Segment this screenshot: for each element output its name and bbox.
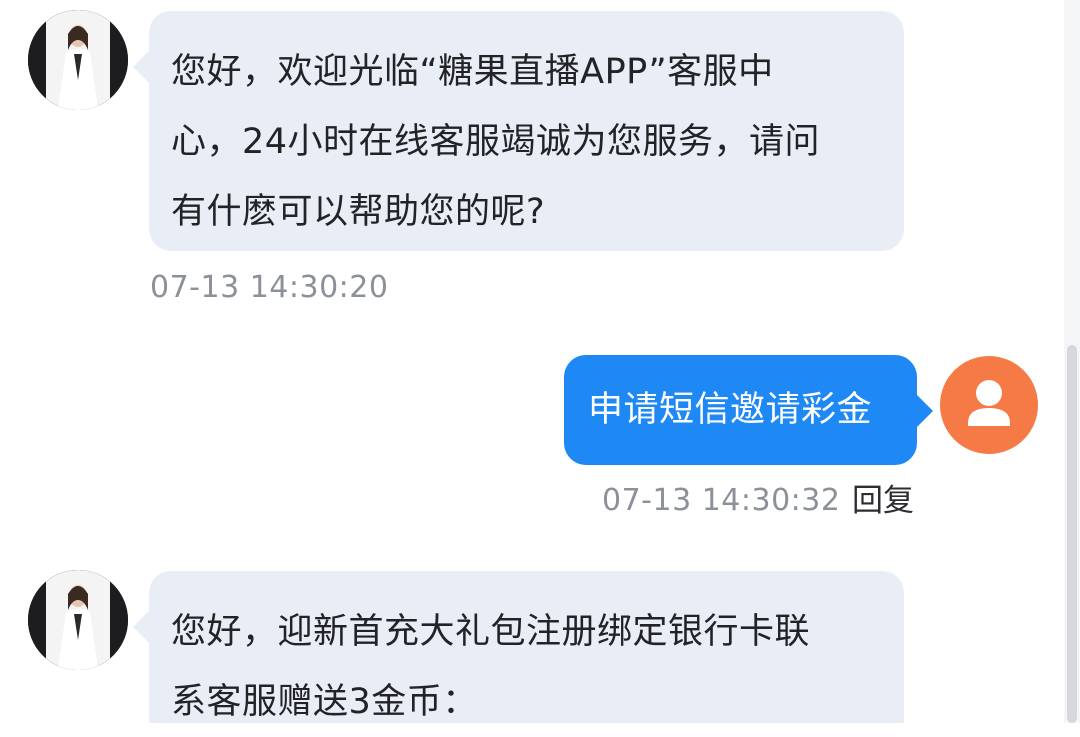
incoming-message-bubble[interactable]: 您好，欢迎光临“糖果直播APP”客服中 心，24小时在线客服竭诚为您服务，请问 …	[133, 11, 904, 251]
chat-message-list[interactable]: 您好，欢迎光临“糖果直播APP”客服中 心，24小时在线客服竭诚为您服务，请问 …	[0, 0, 1064, 723]
outgoing-message-bubble[interactable]: 申请短信邀请彩金	[564, 355, 933, 465]
message-timestamp: 07-13 14:30:32	[602, 483, 841, 518]
incoming-message-bubble[interactable]: 您好，迎新首充大礼包注册绑定银行卡联 系客服赠送3金币：	[133, 571, 904, 723]
message-timestamp: 07-13 14:30:20	[150, 270, 389, 305]
scrollbar-track[interactable]	[1064, 0, 1080, 723]
user-avatar[interactable]	[940, 356, 1038, 454]
agent-avatar[interactable]	[28, 570, 128, 670]
agent-photo-icon	[28, 570, 128, 670]
user-icon	[968, 380, 1010, 426]
agent-avatar[interactable]	[28, 10, 128, 110]
agent-photo-icon	[28, 10, 128, 110]
scrollbar-thumb[interactable]	[1067, 345, 1077, 723]
reply-button[interactable]: 回复	[852, 483, 914, 519]
